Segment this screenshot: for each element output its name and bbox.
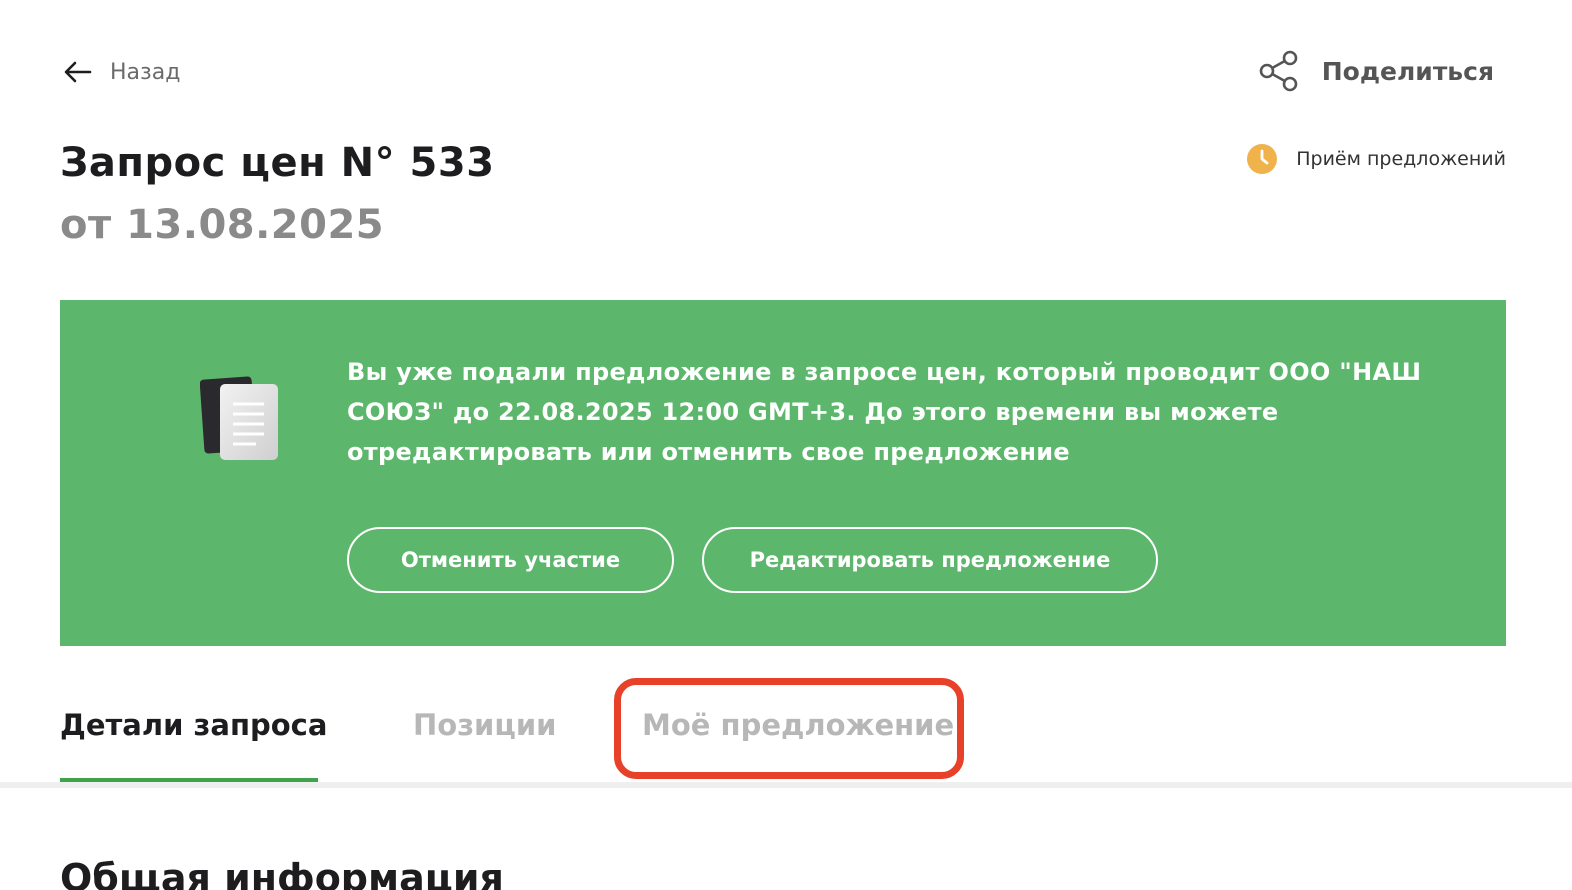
documents-icon — [200, 376, 278, 460]
tabs-divider — [0, 782, 1572, 788]
status-badge: Приём предложений — [1246, 143, 1506, 175]
cancel-participation-button[interactable]: Отменить участие — [347, 527, 674, 593]
share-label: Поделиться — [1321, 56, 1494, 86]
page: Назад Поделиться Запрос цен N° 533 от 13… — [0, 0, 1572, 890]
section-title: Общая информация — [60, 856, 504, 890]
edit-offer-button[interactable]: Редактировать предложение — [702, 527, 1158, 593]
tab-my-offer[interactable]: Моё предложение — [642, 708, 954, 742]
back-label: Назад — [110, 59, 181, 85]
arrow-left-icon — [64, 61, 92, 83]
share-button[interactable]: Поделиться — [1258, 50, 1494, 92]
tab-positions[interactable]: Позиции — [413, 708, 557, 742]
tab-request-details[interactable]: Детали запроса — [60, 708, 327, 742]
clock-icon — [1247, 144, 1278, 174]
share-icon — [1259, 50, 1298, 92]
request-date: от 13.08.2025 — [60, 202, 385, 248]
page-title: Запрос цен N° 533 — [60, 140, 495, 186]
status-label: Приём предложений — [1296, 148, 1506, 170]
back-link[interactable]: Назад — [60, 54, 180, 90]
offer-banner: Вы уже подали предложение в запросе цен,… — [60, 300, 1506, 646]
banner-message: Вы уже подали предложение в запросе цен,… — [347, 358, 1422, 466]
